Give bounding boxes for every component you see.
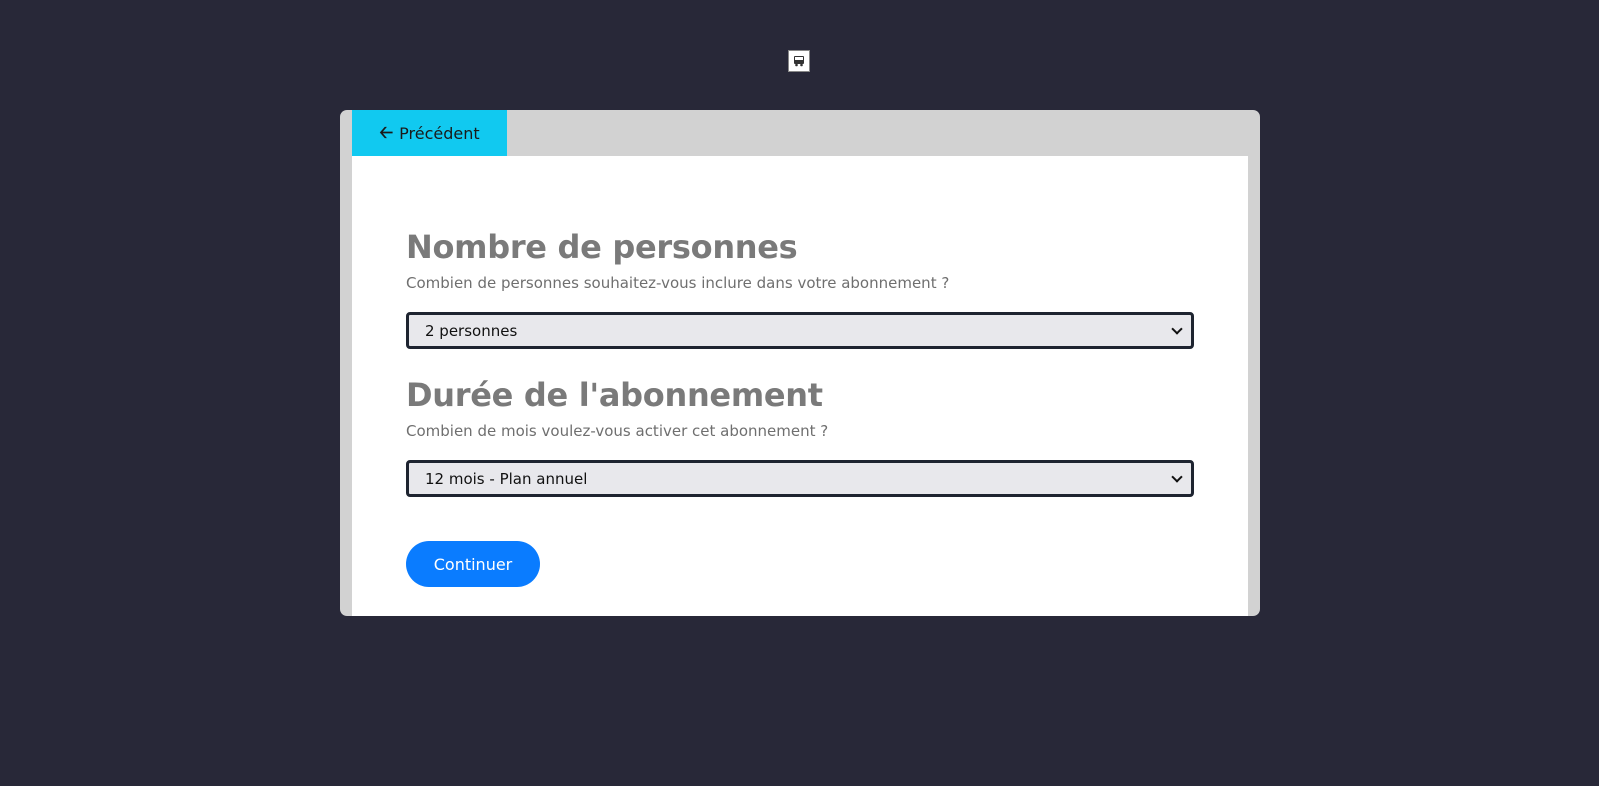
chevron-down-icon — [1171, 470, 1183, 483]
continue-button[interactable]: Continuer — [406, 541, 540, 587]
persons-select[interactable]: 2 personnes — [406, 312, 1194, 349]
bus-logo-icon — [788, 50, 810, 72]
duration-title: Durée de l'abonnement — [406, 376, 823, 414]
persons-select-value: 2 personnes — [425, 321, 518, 340]
subscription-card: 🡠 Précédent Nombre de personnes Combien … — [340, 110, 1260, 616]
arrow-left-icon: 🡠 — [379, 122, 394, 143]
back-button-label: Précédent — [399, 123, 480, 143]
chevron-down-icon — [1171, 322, 1183, 335]
duration-description: Combien de mois voulez-vous activer cet … — [406, 422, 829, 440]
back-button[interactable]: 🡠 Précédent — [352, 110, 507, 156]
persons-description: Combien de personnes souhaitez-vous incl… — [406, 274, 950, 292]
persons-title: Nombre de personnes — [406, 228, 798, 266]
duration-select[interactable]: 12 mois - Plan annuel — [406, 460, 1194, 497]
form-panel: Nombre de personnes Combien de personnes… — [352, 156, 1248, 616]
duration-select-value: 12 mois - Plan annuel — [425, 469, 588, 488]
